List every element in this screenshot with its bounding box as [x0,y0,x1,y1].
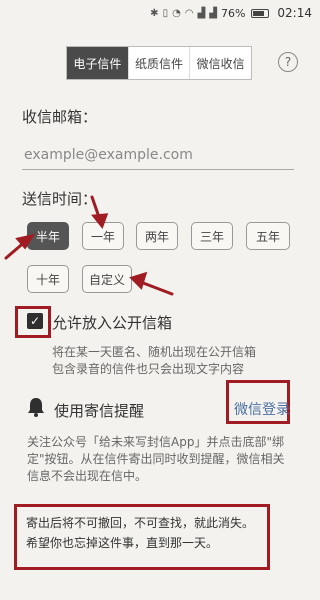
bell-icon [28,398,44,417]
warning-line-1: 寄出后将不可撤回，不可查找，就此消失。 [26,516,255,530]
wechat-login-link[interactable]: 微信登录 [234,399,290,419]
warning-line-2: 希望你也忘掉这件事，直到那一天。 [26,536,219,550]
reminder-desc-2: 定"按钮。从在信件寄出同时收到提醒，微信相关 [27,452,285,466]
reminder-label: 使用寄信提醒 [54,402,145,420]
arrow-head [91,213,109,230]
public-box-desc-1: 将在某一天匿名、随机出现在公开信箱 [52,345,257,359]
public-box-checkbox[interactable]: ✓ [27,313,43,329]
public-box-label: 允许放入公开信箱 [52,314,173,332]
reminder-desc-3: 信息不会出现在信中。 [27,469,148,483]
reminder-desc-1: 关注公众号「给未来写封信App」并点击底部"绑 [27,435,284,449]
public-box-desc-2: 包含录音的信件也只会出现文字内容 [52,362,245,376]
arrow-head [129,271,148,290]
